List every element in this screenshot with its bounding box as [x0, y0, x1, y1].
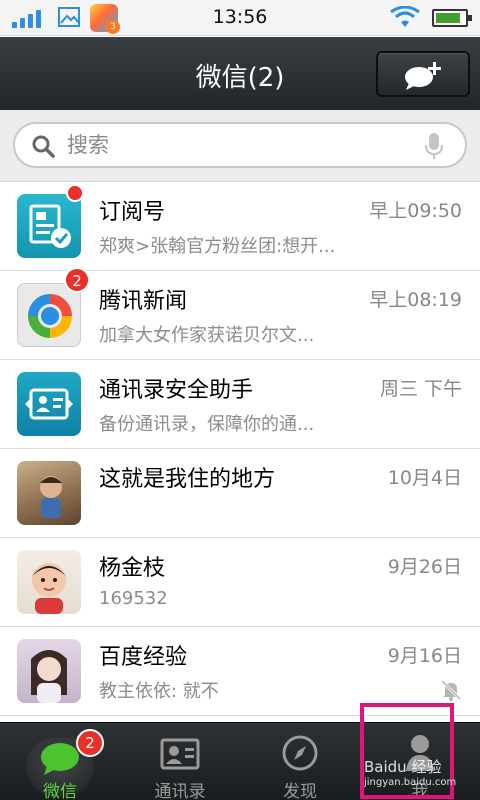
tab-contacts[interactable]: 通讯录 [120, 723, 240, 800]
chat-name: 杨金枝 [99, 556, 166, 581]
chat-time: 10月4日 [387, 467, 462, 489]
chat-time: 早上08:19 [369, 289, 462, 311]
chat-row[interactable]: 这就是我住的地方 10月4日 [0, 449, 480, 538]
search-bar[interactable] [13, 122, 467, 168]
chat-time: 9月26日 [387, 556, 462, 578]
chat-preview: 教主依依: 就不 [99, 681, 219, 702]
contacts-backup-icon [17, 372, 81, 436]
search-input[interactable] [67, 130, 407, 160]
search-area [0, 110, 480, 182]
chat-name: 百度经验 [99, 645, 188, 670]
battery-icon [432, 9, 472, 27]
chat-row[interactable]: 杨金枝 9月26日 169532 [0, 538, 480, 627]
tab-unread-badge: 2 [76, 729, 104, 757]
chat-list: 订阅号 早上09:50 郑爽>张翰官方粉丝团:想开... 2 腾讯新闻 早上08… [0, 182, 480, 716]
chat-name: 这就是我住的地方 [99, 467, 276, 492]
chat-time: 周三 下午 [379, 378, 462, 400]
chat-time: 早上09:50 [369, 200, 462, 222]
tab-label: 通讯录 [154, 782, 206, 800]
chat-name: 腾讯新闻 [99, 289, 188, 314]
chat-row[interactable]: 2 腾讯新闻 早上08:19 加拿大女作家获诺贝尔文... [0, 267, 480, 360]
subscription-icon [17, 194, 81, 258]
unread-count-badge: 2 [64, 267, 90, 293]
watermark-line1: Baidu 经验 [364, 758, 442, 776]
wifi-icon [390, 6, 420, 27]
chat-name: 订阅号 [99, 200, 166, 225]
watermark: Baidu 经验 jingyan.baidu.com [364, 756, 456, 788]
status-bar: 3 13:56 [0, 0, 480, 36]
compass-icon [282, 735, 318, 771]
chat-preview: 备份通讯录，保障你的通... [99, 414, 315, 435]
mute-bell-icon [440, 679, 462, 701]
battery-fill [436, 13, 460, 23]
magnifier-icon [32, 135, 55, 158]
chat-row[interactable]: 通讯录安全助手 周三 下午 备份通讯录，保障你的通... [0, 360, 480, 449]
contact-card-icon [160, 738, 200, 770]
chat-bubble-plus-icon [405, 62, 441, 90]
new-chat-button[interactable] [376, 51, 470, 97]
chat-preview: 169532 [99, 588, 168, 609]
microphone-icon[interactable] [425, 132, 443, 160]
watermark-line2: jingyan.baidu.com [364, 777, 457, 788]
tab-label: 微信 [43, 782, 77, 800]
baby-photo [17, 550, 81, 614]
chat-preview: 加拿大女作家获诺贝尔文... [99, 325, 315, 346]
tencent-news-icon [17, 283, 81, 347]
chat-preview: 郑爽>张翰官方粉丝团:想开... [99, 236, 336, 257]
chat-time: 9月16日 [387, 645, 462, 667]
unread-dot [66, 184, 84, 202]
tab-chats[interactable]: 2 微信 [0, 723, 120, 800]
chat-bubble-icon [41, 743, 79, 775]
chat-name: 通讯录安全助手 [99, 378, 254, 403]
girl-photo [17, 639, 81, 703]
tab-discover[interactable]: 发现 [240, 723, 360, 800]
title-bar: 微信(2) [0, 37, 480, 110]
chat-row[interactable]: 订阅号 早上09:50 郑爽>张翰官方粉丝团:想开... [0, 182, 480, 271]
child-photo [17, 461, 81, 525]
tab-label: 发现 [283, 782, 317, 800]
